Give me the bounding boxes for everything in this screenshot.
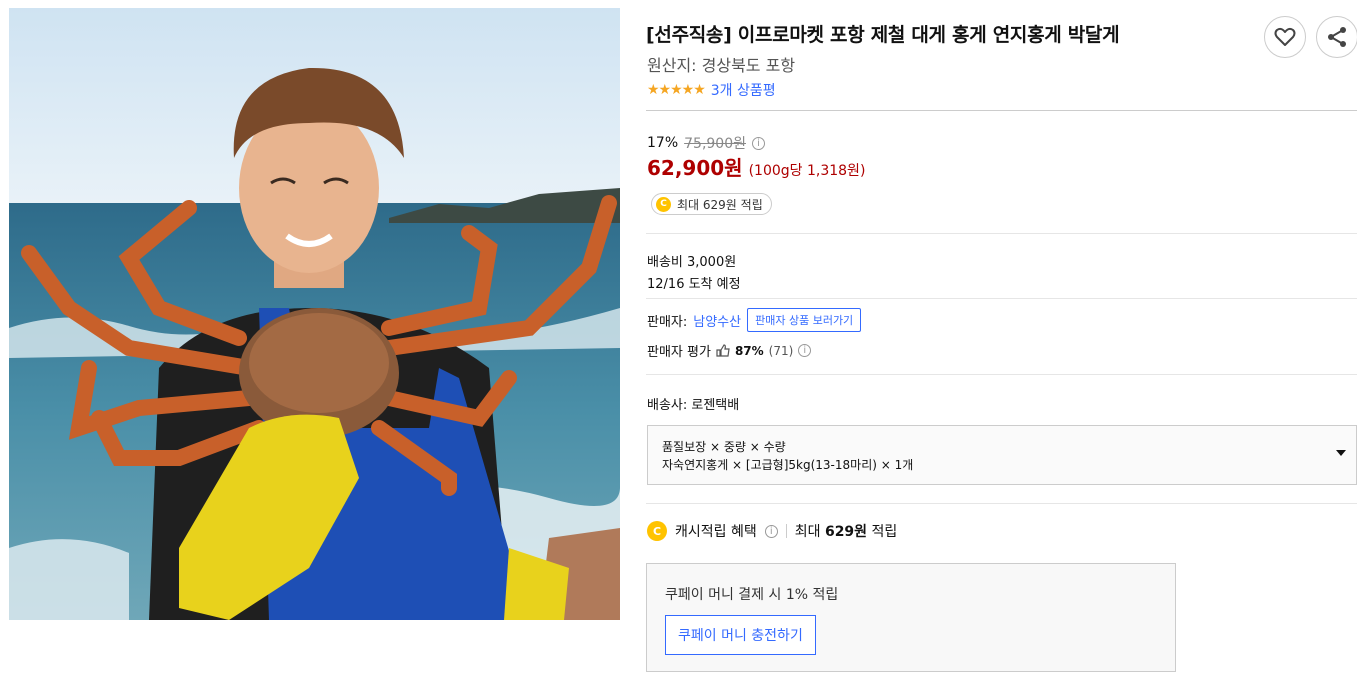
- discount-row: 17% 75,900원 i: [647, 133, 765, 153]
- seller-rating-count: (71): [768, 343, 794, 358]
- seller-rating-label: 판매자 평가: [647, 345, 711, 360]
- thumbs-up-icon: [716, 344, 730, 357]
- info-icon[interactable]: i: [752, 136, 765, 150]
- seller-rating-row: 판매자 평가 87% (71) i: [647, 341, 812, 360]
- coin-icon: C: [647, 521, 667, 541]
- seller-products-button[interactable]: 판매자 상품 보러가기: [747, 308, 862, 332]
- sale-price: 62,900원: [647, 156, 743, 180]
- unit-price: (100g당 1,318원): [748, 163, 866, 179]
- divider: [646, 110, 1357, 111]
- original-price: 75,900원: [684, 136, 746, 152]
- seller-name-link[interactable]: 남양수산: [693, 311, 741, 330]
- shipping-carrier: 배송사: 로젠택배: [647, 398, 740, 413]
- cash-benefit-label: 캐시적립 혜택: [675, 524, 757, 540]
- shipping-fee: 배송비 3,000원: [647, 255, 737, 270]
- product-photo: [9, 8, 620, 620]
- coin-icon: C: [656, 196, 671, 212]
- arrival-date: 12/16 도착 예정: [647, 277, 741, 292]
- option-select[interactable]: 품질보장 × 중량 × 수량 자숙연지홍게 × [고급형]5kg(13-18마리…: [647, 425, 1357, 485]
- divider: [646, 233, 1357, 234]
- benefit-max-prefix: 최대: [794, 524, 821, 540]
- divider: [646, 298, 1357, 299]
- seller-label: 판매자:: [647, 314, 688, 330]
- benefit-max-amount: 629원: [824, 524, 868, 540]
- option-header: 품질보장 × 중량 × 수량: [662, 440, 786, 454]
- seller-row: 판매자: 남양수산 판매자 상품 보러가기: [647, 308, 862, 332]
- cash-benefit-max: 최대 629원 적립: [795, 521, 898, 541]
- option-selected-value: 자숙연지홍게 × [고급형]5kg(13-18마리) × 1개: [662, 458, 914, 472]
- coupay-box: 쿠페이 머니 결제 시 1% 적립 쿠페이 머니 충전하기: [646, 563, 1176, 672]
- discount-rate: 17%: [647, 135, 679, 151]
- divider: [646, 503, 1357, 504]
- benefit-max-suffix: 적립: [871, 524, 898, 540]
- share-button[interactable]: [1316, 16, 1357, 58]
- product-image[interactable]: [9, 8, 620, 620]
- wishlist-button[interactable]: [1264, 16, 1306, 58]
- product-origin: 원산지: 경상북도 포항: [647, 56, 796, 75]
- separator: [785, 524, 787, 538]
- share-icon: [1328, 27, 1346, 47]
- rating-stars-icon: ★★★★★: [647, 82, 706, 98]
- info-icon[interactable]: i: [764, 524, 778, 538]
- review-count-link[interactable]: 3개 상품평: [711, 80, 776, 100]
- cash-benefit-row: C 캐시적립 혜택 i 최대 629원 적립: [647, 521, 897, 541]
- coupay-text: 쿠페이 머니 결제 시 1% 적립: [665, 587, 839, 603]
- cash-reward-text: 최대 629원 적립: [677, 197, 763, 212]
- heart-icon: [1274, 27, 1296, 46]
- rating-row: ★★★★★ 3개 상품평: [647, 80, 776, 100]
- divider: [646, 374, 1357, 375]
- price-row: 62,900원 (100g당 1,318원): [647, 152, 865, 181]
- caret-down-icon: [1336, 450, 1346, 456]
- cash-reward-badge: C 최대 629원 적립: [651, 193, 772, 215]
- product-title: [선주직송] 이프로마켓 포항 제철 대게 홍게 연지홍게 박달게: [646, 24, 1120, 46]
- seller-rating-percent: 87%: [734, 343, 764, 358]
- info-icon[interactable]: i: [798, 344, 812, 357]
- coupay-charge-button[interactable]: 쿠페이 머니 충전하기: [665, 615, 816, 655]
